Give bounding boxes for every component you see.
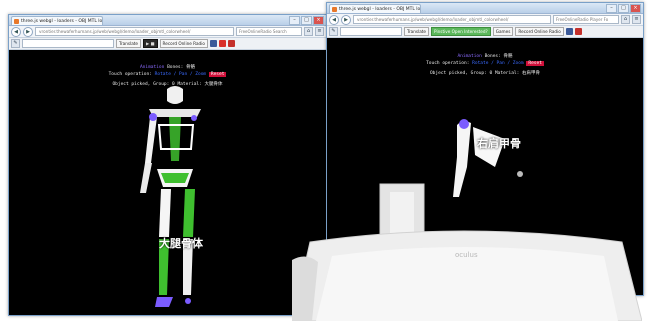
search-input[interactable]: FreeOnlineRadio Search [236,27,302,36]
back-icon[interactable]: ◀ [329,14,339,25]
browser-window-left: three.js webgl - loaders - OBJ MTL lo – … [8,14,327,316]
facebook-icon[interactable] [209,40,217,47]
record-radio-button[interactable]: Record Online Radio [159,39,208,48]
window-controls: – □ × [606,4,641,13]
bone-label: 大腿骨体 [159,237,203,250]
headset-brand: oculus [455,251,478,259]
navigation-bar: ◀ ▶ vrontier.thewaferhumans.jp/web/webgl… [327,14,643,26]
minimize-icon[interactable]: – [289,16,300,25]
player-control[interactable]: ▶ ■ [143,39,158,48]
minimize-icon[interactable]: – [606,4,617,13]
youtube-icon[interactable] [574,28,582,35]
record-radio-button[interactable]: Record Online Radio [515,27,564,36]
address-bar[interactable]: vrontier.thewaferhumans.jp/web/webgl/dem… [353,15,551,24]
back-icon[interactable]: ◀ [11,26,21,37]
addon-toolbar: ✎ Translate ▶ ■ Record Online Radio [9,38,326,50]
promo-button[interactable]: Pinstive Open Interested? [431,27,491,36]
close-icon[interactable]: × [630,4,641,13]
title-bar: three.js webgl - loaders - OBJ MTL lo – … [327,3,643,14]
translate-button[interactable]: Translate [116,39,142,48]
skeleton-model[interactable] [9,61,326,315]
facebook-icon[interactable] [565,28,573,35]
addon-icon[interactable]: ✎ [11,39,20,48]
games-button[interactable]: Games [492,27,514,36]
home-icon[interactable]: ⌂ [304,27,313,36]
maximize-icon[interactable]: □ [618,4,629,13]
search-input[interactable]: FreeOnlineRadio Player Fo [553,15,619,24]
browser-tab[interactable]: three.js webgl - loaders - OBJ MTL lo [11,16,103,25]
browser-tab[interactable]: three.js webgl - loaders - OBJ MTL lo [329,4,421,13]
bone-label: 右肩甲骨 [477,137,521,150]
title-bar: three.js webgl - loaders - OBJ MTL lo – … [9,15,326,26]
menu-icon[interactable]: ≡ [632,15,641,24]
home-icon[interactable]: ⌂ [621,15,630,24]
addon-toolbar: ✎ Translate Pinstive Open Interested? Ga… [327,26,643,38]
toolbar-search-input[interactable] [340,27,402,36]
close-icon[interactable]: × [313,16,324,25]
maximize-icon[interactable]: □ [301,16,312,25]
webgl-viewport[interactable]: Animation Bones: 骨骼 Touch operation: Rot… [9,61,326,315]
translate-button[interactable]: Translate [404,27,430,36]
address-bar[interactable]: vrontier.thewaferhumans.jp/web/webgl/dem… [35,27,234,36]
toolbar-search-input[interactable] [22,39,114,48]
youtube-icon[interactable] [227,40,235,47]
menu-icon[interactable]: ≡ [315,27,324,36]
news-icon[interactable] [218,40,226,47]
navigation-bar: ◀ ▶ vrontier.thewaferhumans.jp/web/webgl… [9,26,326,38]
addon-icon[interactable]: ✎ [329,27,338,36]
window-controls: – □ × [289,16,324,25]
forward-icon[interactable]: ▶ [23,26,33,37]
forward-icon[interactable]: ▶ [341,14,351,25]
